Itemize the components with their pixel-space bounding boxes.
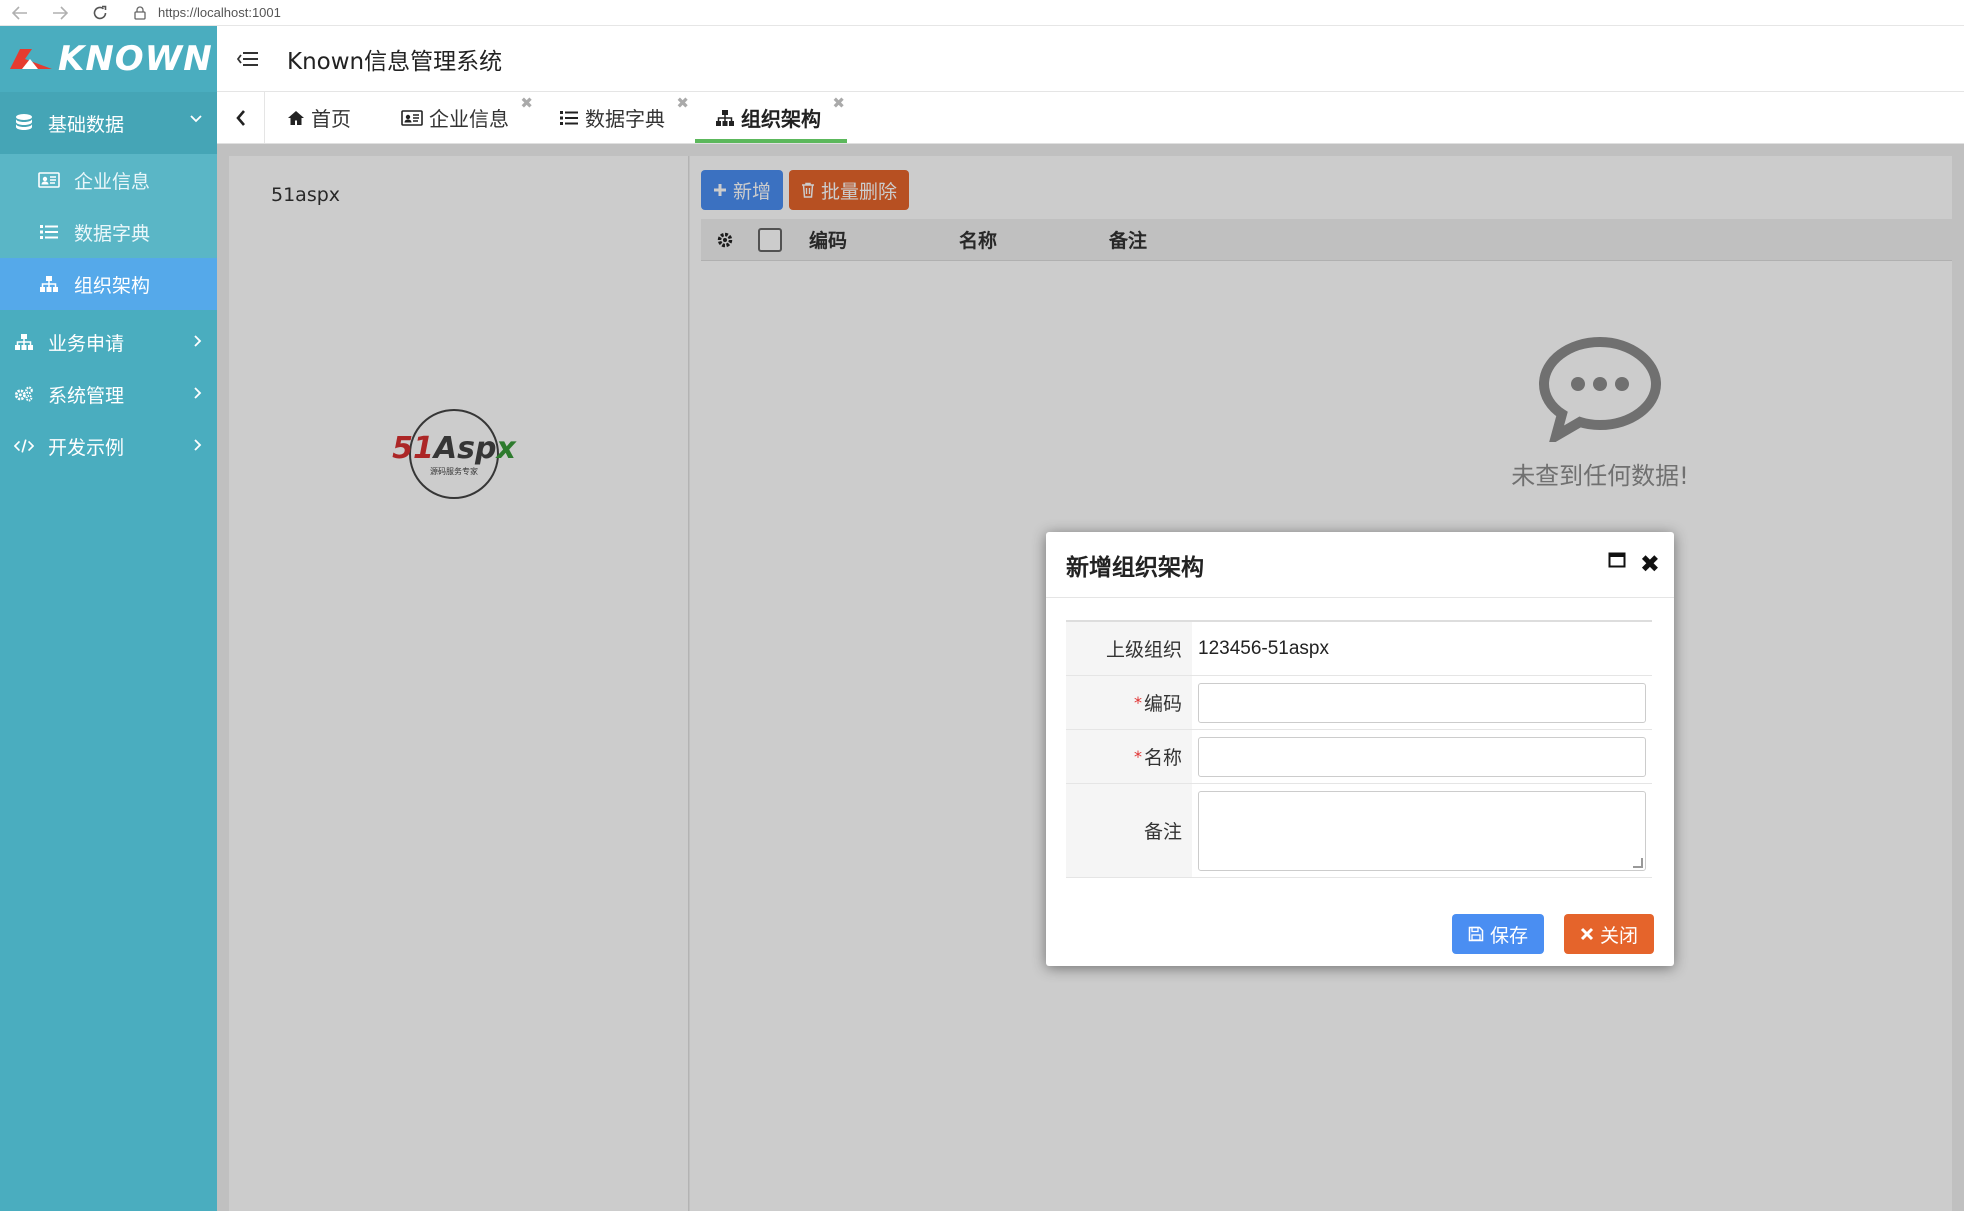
name-input[interactable] [1198, 736, 1646, 777]
list-icon [559, 110, 579, 126]
url-text: https://localhost:1001 [158, 5, 281, 20]
required-mark: * [1133, 747, 1142, 766]
org-form: 上级组织 123456-51aspx * 编码 * 名称 备注 [1066, 620, 1652, 878]
menu-group-basic-data[interactable]: 基础数据 [0, 92, 217, 154]
dialog-title: 新增组织架构 [1066, 554, 1204, 581]
form-label: 备注 [1066, 784, 1192, 877]
dialog-footer: 保存 关闭 [1451, 914, 1654, 954]
save-icon [1468, 926, 1484, 942]
address-bar[interactable]: https://localhost:1001 [134, 5, 281, 20]
forward-arrow-icon[interactable] [40, 0, 80, 26]
tab-close-icon[interactable]: ✖ [832, 94, 845, 112]
menu-group-system-management[interactable]: 系统管理 [0, 368, 217, 420]
form-row-name: * 名称 [1066, 730, 1652, 784]
sidebar-item-label: 组织架构 [74, 274, 151, 297]
chevron-right-icon [193, 334, 203, 348]
list-icon [38, 222, 60, 242]
close-x-icon [1580, 927, 1594, 941]
menu-group-dev-examples[interactable]: 开发示例 [0, 420, 217, 472]
brand-logo: KNOWN [0, 26, 217, 92]
tab-bar: 首页 企业信息 ✖ 数据字典 ✖ 组织架构 ✖ [217, 92, 1964, 144]
form-row-parent-org: 上级组织 123456-51aspx [1066, 622, 1652, 676]
database-icon [14, 113, 34, 133]
sidebar: KNOWN 基础数据 企业信息 数据字典 组织架构 业务申请 系统管理 开发示例 [0, 26, 217, 1211]
chevron-left-icon [235, 109, 245, 126]
menu-group-label: 系统管理 [48, 384, 125, 407]
id-card-icon [38, 170, 60, 190]
remark-textarea[interactable] [1198, 790, 1646, 871]
submenu-basic-data: 企业信息 数据字典 组织架构 [0, 154, 217, 310]
tab-data-dictionary[interactable]: 数据字典 ✖ [537, 92, 693, 143]
required-mark: * [1133, 693, 1142, 712]
sitemap-icon [715, 109, 735, 127]
id-card-icon [401, 109, 423, 126]
code-input[interactable] [1198, 682, 1646, 723]
app-title: Known信息管理系统 [287, 48, 503, 75]
home-icon [287, 110, 305, 126]
tab-company-info[interactable]: 企业信息 ✖ [379, 92, 537, 143]
tab-close-icon[interactable]: ✖ [520, 94, 533, 112]
tab-label: 企业信息 [429, 107, 509, 131]
close-icon[interactable]: ✖ [1640, 550, 1660, 578]
dialog-header[interactable]: 新增组织架构 ✖ [1046, 532, 1674, 598]
sidebar-item-company-info[interactable]: 企业信息 [0, 154, 217, 206]
close-button-label: 关闭 [1599, 924, 1638, 947]
save-button[interactable]: 保存 [1451, 914, 1544, 954]
form-label: * 名称 [1066, 730, 1192, 783]
menu-group-label: 开发示例 [48, 436, 125, 459]
tab-label: 数据字典 [585, 107, 665, 131]
back-arrow-icon[interactable] [0, 0, 40, 26]
known-logo-mark-icon [10, 49, 52, 69]
reload-icon[interactable] [80, 0, 120, 26]
sidebar-item-org-structure[interactable]: 组织架构 [0, 258, 217, 310]
add-org-dialog: 新增组织架构 ✖ 上级组织 123456-51aspx * 编码 * 名称 备注 保 [1046, 532, 1674, 966]
chevron-down-icon [189, 114, 203, 124]
form-row-code: * 编码 [1066, 676, 1652, 730]
tab-scroll-left-button[interactable] [217, 92, 265, 143]
top-header: Known信息管理系统 [217, 26, 1964, 92]
menu-toggle-icon[interactable] [217, 50, 279, 68]
maximize-icon[interactable] [1608, 552, 1626, 568]
form-label: 上级组织 [1066, 622, 1192, 675]
lock-icon [134, 5, 146, 20]
menu-group-label: 业务申请 [48, 332, 125, 355]
tab-home[interactable]: 首页 [265, 92, 379, 143]
code-icon [14, 436, 34, 456]
tab-close-icon[interactable]: ✖ [676, 94, 689, 112]
sidebar-item-label: 企业信息 [74, 170, 151, 193]
close-button[interactable]: 关闭 [1563, 914, 1654, 954]
tab-org-structure[interactable]: 组织架构 ✖ [693, 92, 849, 143]
form-label: * 编码 [1066, 676, 1192, 729]
form-row-remark: 备注 [1066, 784, 1652, 878]
tab-label: 组织架构 [741, 107, 821, 131]
menu-group-business-apply[interactable]: 业务申请 [0, 316, 217, 368]
sitemap-icon [38, 274, 60, 294]
parent-org-value: 123456-51aspx [1198, 637, 1329, 659]
sidebar-item-data-dictionary[interactable]: 数据字典 [0, 206, 217, 258]
gears-icon [14, 384, 34, 404]
sidebar-item-label: 数据字典 [74, 222, 151, 245]
browser-toolbar: https://localhost:1001 [0, 0, 1964, 26]
sitemap-icon [14, 332, 34, 352]
save-button-label: 保存 [1489, 924, 1528, 947]
tab-label: 首页 [311, 107, 351, 131]
logo-text: KNOWN [58, 39, 213, 79]
chevron-right-icon [193, 438, 203, 452]
menu-group-label: 基础数据 [48, 113, 125, 136]
chevron-right-icon [193, 386, 203, 400]
